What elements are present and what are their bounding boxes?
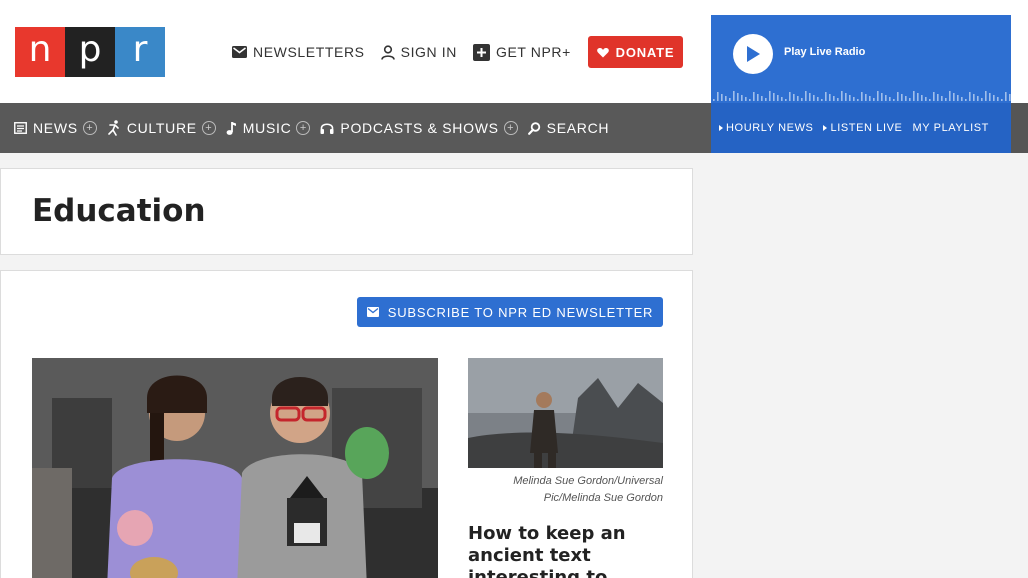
sign-in-label: SIGN IN (400, 44, 457, 60)
mail-icon (366, 307, 379, 317)
player-links: HOURLY NEWS LISTEN LIVE MY PLAYLIST (711, 103, 1011, 153)
dancer-icon (108, 120, 119, 136)
npr-logo[interactable]: n p r (15, 27, 165, 77)
newsletters-label: NEWSLETTERS (253, 44, 365, 60)
get-npr-plus-link[interactable]: GET NPR+ (472, 43, 571, 61)
nav-label-search: SEARCH (546, 120, 610, 136)
donate-button[interactable]: DONATE (588, 36, 683, 68)
nav-item-search[interactable]: SEARCH (527, 120, 610, 136)
plus-square-icon (472, 43, 490, 61)
search-icon (527, 121, 540, 135)
expand-podcasts-icon[interactable]: + (503, 121, 518, 135)
nav-item-music[interactable]: MUSIC + (226, 120, 311, 136)
player-edge (1011, 103, 1028, 153)
heart-icon (596, 47, 609, 57)
expand-music-icon[interactable]: + (296, 121, 311, 135)
newsletters-link[interactable]: NEWSLETTERS (232, 44, 365, 60)
nav-label-music: MUSIC (242, 120, 292, 136)
sign-in-link[interactable]: SIGN IN (380, 44, 457, 60)
expand-culture-icon[interactable]: + (201, 121, 216, 135)
live-radio-player: Play Live Radio HOURLY NEWS LISTEN LIVE … (711, 15, 1011, 153)
utility-nav: NEWSLETTERS SIGN IN GET NPR+ (232, 40, 587, 64)
side-photo (468, 358, 663, 468)
get-npr-plus-label: GET NPR+ (495, 44, 571, 60)
subscribe-newsletter-button[interactable]: SUBSCRIBE TO NPR ED NEWSLETTER (357, 297, 663, 327)
logo-letter-r: r (115, 27, 165, 77)
page-title: Education (32, 193, 206, 229)
arrow-right-icon (719, 125, 723, 131)
image-credit: Melinda Sue Gordon/Universal Pic/Melinda… (513, 475, 663, 504)
logo-letter-n: n (15, 27, 65, 77)
newspaper-icon (14, 122, 27, 134)
logo-letter-p: p (65, 27, 115, 77)
hero-story-image[interactable] (32, 358, 438, 578)
play-live-radio-label[interactable]: Play Live Radio (784, 46, 865, 58)
hourly-news-label: HOURLY NEWS (726, 122, 814, 134)
listen-live-label: LISTEN LIVE (830, 122, 903, 134)
hourly-news-link[interactable]: HOURLY NEWS (719, 122, 813, 134)
nav-item-news[interactable]: NEWS + (14, 120, 97, 136)
side-story-image[interactable] (468, 358, 663, 468)
hero-photo (32, 358, 438, 578)
nav-label-culture: CULTURE (126, 120, 197, 136)
expand-news-icon[interactable]: + (82, 121, 97, 135)
headphones-icon (320, 123, 334, 134)
play-button[interactable] (733, 34, 773, 74)
mail-icon (232, 46, 247, 58)
side-story-headline[interactable]: How to keep an ancient text interesting … (468, 523, 663, 578)
section-title-card: Education (0, 168, 693, 255)
nav-item-podcasts[interactable]: PODCASTS & SHOWS + (320, 120, 518, 136)
user-icon (380, 44, 395, 60)
my-playlist-link[interactable]: MY PLAYLIST (913, 122, 990, 134)
donate-label: DONATE (615, 44, 675, 60)
play-icon (747, 46, 760, 62)
subscribe-label: SUBSCRIBE TO NPR ED NEWSLETTER (387, 304, 654, 320)
my-playlist-label: MY PLAYLIST (912, 122, 989, 134)
audio-waveform-icon (713, 91, 1011, 101)
arrow-right-icon (823, 125, 828, 131)
main-nav: NEWS + CULTURE + MUSIC + PODCASTS & SHOW… (0, 103, 711, 153)
stories-card: SUBSCRIBE TO NPR ED NEWSLETTER Melinda S… (0, 270, 693, 578)
nav-label-podcasts: PODCASTS & SHOWS (340, 120, 499, 136)
listen-live-link[interactable]: LISTEN LIVE (823, 122, 902, 134)
music-note-icon (226, 121, 236, 135)
nav-item-culture[interactable]: CULTURE + (107, 120, 216, 136)
nav-label-news: NEWS (33, 120, 78, 136)
